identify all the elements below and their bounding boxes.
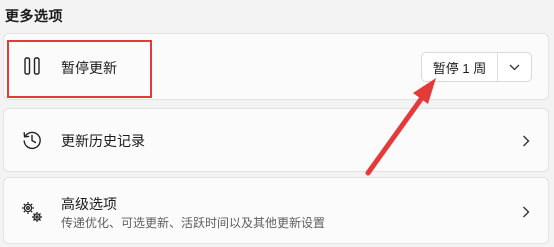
gears-icon: [19, 199, 45, 225]
pause-icon: [19, 53, 45, 79]
advanced-options-card[interactable]: 高级选项 传递优化、可选更新、活跃时间以及其他更新设置: [3, 177, 549, 244]
chevron-down-icon: [509, 58, 520, 76]
advanced-options-label: 高级选项: [61, 196, 117, 212]
section-title: 更多选项: [5, 8, 63, 24]
advanced-options-description: 传递优化、可选更新、活跃时间以及其他更新设置: [61, 216, 326, 230]
pause-duration-split-button: 暂停 1 周: [421, 52, 532, 82]
pause-for-week-button[interactable]: 暂停 1 周: [422, 53, 498, 81]
pause-duration-dropdown[interactable]: [498, 53, 531, 81]
update-history-card[interactable]: 更新历史记录: [3, 108, 549, 172]
pause-updates-label: 暂停更新: [61, 60, 117, 76]
chevron-right-icon: [520, 135, 532, 147]
update-history-label: 更新历史记录: [61, 133, 145, 149]
history-icon: [19, 127, 45, 153]
chevron-right-icon: [520, 206, 532, 218]
